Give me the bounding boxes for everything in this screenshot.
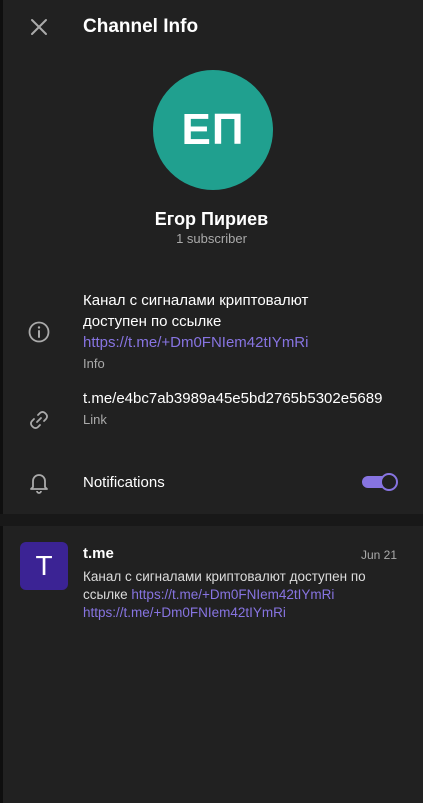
post-date: Jun 21 <box>360 548 397 562</box>
channel-info-panel: Channel Info ЕП Егор Пириев 1 subscriber… <box>0 0 423 803</box>
subscriber-count: 1 subscriber <box>176 231 247 246</box>
notifications-label: Notifications <box>83 474 165 491</box>
avatar[interactable]: ЕП <box>153 70 273 190</box>
description-line-1: Канал с сигналами криптовалют <box>83 292 309 309</box>
link-icon <box>24 405 54 435</box>
channel-link[interactable]: t.me/e4bc7ab3989a45e5bd2765b5302e5689 <box>83 388 403 409</box>
info-icon <box>24 317 54 347</box>
post-body[interactable]: Канал с сигналами криптовалют доступен п… <box>83 568 398 622</box>
close-icon <box>31 19 47 35</box>
notifications-toggle[interactable] <box>362 472 398 492</box>
post-link-1[interactable]: https://t.me/+Dm0FNIem42tIYmRi <box>131 587 334 602</box>
description-line-2: доступен по ссылке <box>83 313 222 330</box>
channel-name: Егор Пириев <box>154 209 269 229</box>
bell-icon <box>24 467 54 497</box>
description-link[interactable]: https://t.me/+Dm0FNIem42tIYmRi <box>83 332 403 353</box>
post-thumbnail[interactable]: T <box>20 542 68 590</box>
post-link-2[interactable]: https://t.me/+Dm0FNIem42tIYmRi <box>83 605 286 620</box>
link-caption: Link <box>83 412 107 427</box>
post-thumbnail-letter: T <box>35 550 53 581</box>
toggle-knob <box>380 473 398 491</box>
post-title[interactable]: t.me <box>83 545 114 563</box>
section-divider <box>0 514 423 526</box>
panel-edge <box>0 0 3 803</box>
close-button[interactable] <box>24 12 54 42</box>
panel-header: Channel Info <box>0 0 423 54</box>
avatar-initials: ЕП <box>181 105 245 154</box>
link-row[interactable]: t.me/e4bc7ab3989a45e5bd2765b5302e5689 Li… <box>83 388 403 429</box>
page-title: Channel Info <box>83 16 199 37</box>
info-caption: Info <box>83 356 105 371</box>
info-row[interactable]: Канал с сигналами криптовалют доступен п… <box>83 290 403 373</box>
